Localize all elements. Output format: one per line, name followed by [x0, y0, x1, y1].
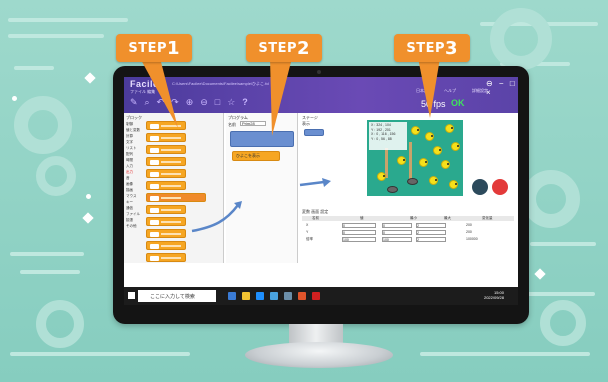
step1-pointer: [140, 58, 178, 128]
step1-number: 1: [167, 37, 180, 59]
step3-word: STEP: [406, 40, 446, 56]
step1-word: STEP: [128, 40, 168, 56]
step2-word: STEP: [258, 40, 298, 56]
step1-label: STEP 1: [116, 34, 192, 62]
step3-number: 3: [445, 37, 458, 59]
step3-label: STEP 3: [394, 34, 470, 62]
step2-pointer: [270, 58, 292, 136]
step2-number: 2: [297, 37, 310, 59]
step3-pointer: [418, 58, 440, 118]
step2-label: STEP 2: [246, 34, 322, 62]
